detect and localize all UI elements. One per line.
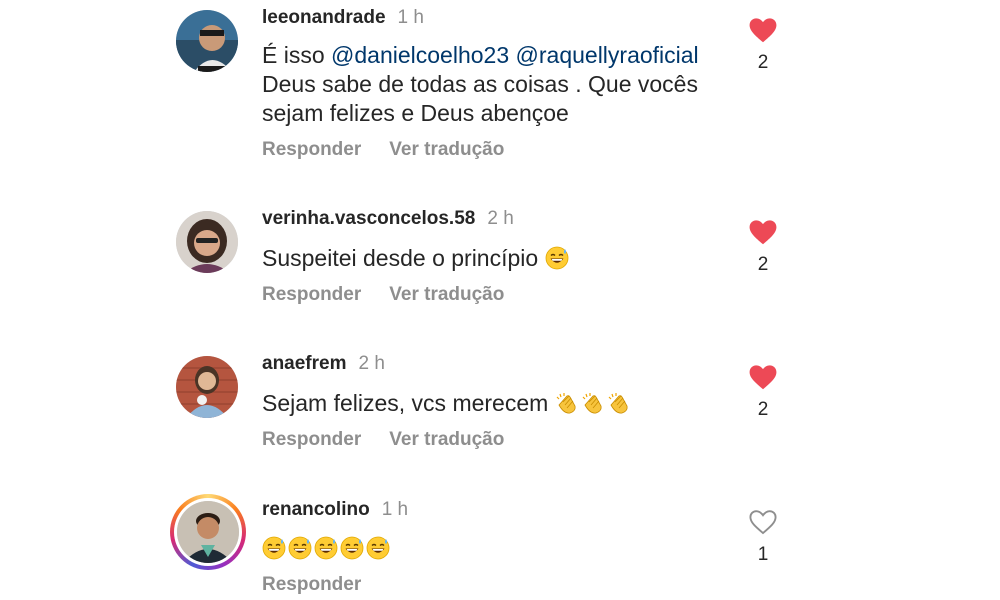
grinning-face-sweat-icon	[288, 536, 312, 560]
comment-actions: Responder	[262, 574, 361, 596]
avatar-renancolino	[177, 501, 239, 563]
username[interactable]: leeonandrade	[262, 7, 386, 28]
clapping-hands-icon	[581, 391, 605, 415]
reply-button[interactable]: Responder	[262, 139, 361, 160]
comment-header: verinha.vasconcelos.58 2 h	[262, 208, 514, 230]
comment-text-prefix: É isso	[262, 42, 332, 68]
mention-link[interactable]: @raquellyraoficial	[516, 42, 699, 68]
like-count: 2	[757, 254, 769, 275]
username[interactable]: verinha.vasconcelos.58	[262, 208, 475, 229]
comment-header: leeonandrade 1 h	[262, 7, 424, 29]
like-button[interactable]	[748, 17, 778, 43]
comment-actions: Responder Ver tradução	[262, 429, 504, 451]
comment-text-body: Sejam felizes, vcs merecem	[262, 390, 549, 416]
translate-button[interactable]: Ver tradução	[389, 139, 504, 160]
comment-text: Sejam felizes, vcs merecem	[262, 389, 732, 418]
grinning-face-sweat-icon	[262, 536, 286, 560]
comment-actions: Responder Ver tradução	[262, 139, 504, 161]
grinning-face-sweat-icon	[314, 536, 338, 560]
like-button[interactable]	[748, 509, 778, 535]
reply-button[interactable]: Responder	[262, 574, 361, 595]
heart-outline-icon	[749, 510, 777, 535]
mention-link[interactable]: @danielcoelho23	[331, 42, 509, 68]
clapping-hands-icon	[607, 391, 631, 415]
heart-filled-icon	[749, 18, 777, 43]
like-count: 1	[757, 544, 769, 565]
comment-text-body: Deus sabe de todas as coisas . Que vocês…	[262, 71, 698, 126]
comment-header: anaefrem 2 h	[262, 353, 385, 375]
grinning-face-sweat-icon	[545, 246, 569, 270]
timestamp: 1 h	[381, 499, 409, 520]
comment-header: renancolino 1 h	[262, 499, 408, 521]
avatar[interactable]	[176, 356, 238, 418]
comment-text	[262, 534, 732, 563]
avatar-anaefrem	[176, 356, 238, 418]
username[interactable]: renancolino	[262, 499, 370, 520]
story-ring[interactable]	[170, 494, 246, 570]
grinning-face-sweat-icon	[366, 536, 390, 560]
clapping-hands-icon	[555, 391, 579, 415]
translate-button[interactable]: Ver tradução	[389, 429, 504, 450]
avatar	[177, 501, 239, 563]
timestamp: 2 h	[487, 208, 514, 229]
comment-text: É isso @danielcoelho23 @raquellyraoficia…	[262, 41, 732, 128]
timestamp: 1 h	[397, 7, 424, 28]
comment-actions: Responder Ver tradução	[262, 284, 504, 306]
like-count: 2	[757, 52, 769, 73]
grinning-face-sweat-icon	[340, 536, 364, 560]
reply-button[interactable]: Responder	[262, 429, 361, 450]
comment-text-body: Suspeitei desde o princípio	[262, 245, 539, 271]
avatar-leeonandrade	[176, 10, 238, 72]
avatar-verinha	[176, 211, 238, 273]
like-count: 2	[757, 399, 769, 420]
reply-button[interactable]: Responder	[262, 284, 361, 305]
avatar[interactable]	[176, 10, 238, 72]
avatar[interactable]	[176, 211, 238, 273]
timestamp: 2 h	[358, 353, 385, 374]
translate-button[interactable]: Ver tradução	[389, 284, 504, 305]
like-button[interactable]	[748, 219, 778, 245]
heart-filled-icon	[749, 220, 777, 245]
comment-text: Suspeitei desde o princípio	[262, 244, 732, 273]
username[interactable]: anaefrem	[262, 353, 347, 374]
heart-filled-icon	[749, 365, 777, 390]
like-button[interactable]	[748, 364, 778, 390]
